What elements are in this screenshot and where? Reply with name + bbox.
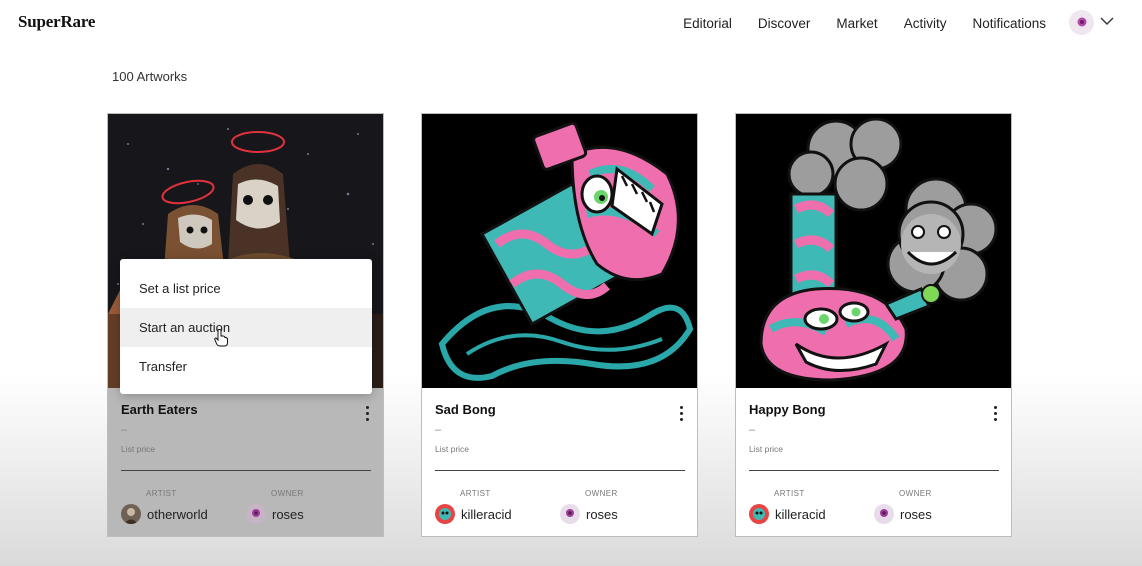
more-options-icon[interactable] <box>992 406 998 424</box>
owner-link[interactable]: roses <box>246 504 304 524</box>
card-title[interactable]: Sad Bong <box>435 402 496 417</box>
price-value: – <box>749 424 756 436</box>
owner-name: roses <box>272 506 304 522</box>
list-price-label: List price <box>121 444 156 454</box>
menu-transfer[interactable]: Transfer <box>120 347 372 386</box>
artist-avatar <box>121 504 141 524</box>
superrare-logo[interactable]: SuperRare <box>18 12 95 32</box>
menu-set-list-price[interactable]: Set a list price <box>120 269 372 308</box>
artist-avatar <box>435 504 455 524</box>
nav-notifications[interactable]: Notifications <box>972 16 1046 31</box>
artist-label: ARTIST <box>774 489 805 498</box>
artist-link[interactable]: otherworld <box>121 504 208 524</box>
divider <box>121 470 371 471</box>
nav-market[interactable]: Market <box>836 16 877 31</box>
owner-label: OWNER <box>585 489 618 498</box>
divider <box>749 470 999 471</box>
owner-name: roses <box>900 506 932 522</box>
sad-bong-art <box>422 114 697 388</box>
owner-label: OWNER <box>271 489 304 498</box>
artist-label: ARTIST <box>460 489 491 498</box>
card-title[interactable]: Happy Bong <box>749 402 826 417</box>
nav-discover[interactable]: Discover <box>758 16 811 31</box>
list-price-label: List price <box>749 444 784 454</box>
owner-avatar <box>874 504 894 524</box>
more-options-icon[interactable] <box>364 406 370 424</box>
artist-link[interactable]: killeracid <box>749 504 826 524</box>
artist-avatar <box>749 504 769 524</box>
divider <box>435 470 685 471</box>
artwork-card[interactable]: Sad Bong – List price ARTIST OWNER kille… <box>421 113 698 537</box>
artwork-image[interactable] <box>736 114 1011 388</box>
list-price-label: List price <box>435 444 470 454</box>
owner-avatar <box>246 504 266 524</box>
artist-name: killeracid <box>461 506 512 522</box>
card-context-menu: Set a list price Start an auction Transf… <box>120 259 372 394</box>
owner-label: OWNER <box>899 489 932 498</box>
owner-name: roses <box>586 506 618 522</box>
menu-start-auction[interactable]: Start an auction <box>120 308 372 347</box>
nav-activity[interactable]: Activity <box>904 16 947 31</box>
price-value: – <box>121 424 128 436</box>
owner-link[interactable]: roses <box>874 504 932 524</box>
happy-bong-art <box>736 114 1011 388</box>
more-options-icon[interactable] <box>678 406 684 424</box>
artist-name: otherworld <box>147 506 208 522</box>
card-title[interactable]: Earth Eaters <box>121 402 198 417</box>
nav-editorial[interactable]: Editorial <box>683 16 732 31</box>
hand-pointer-icon <box>214 329 228 347</box>
artist-link[interactable]: killeracid <box>435 504 512 524</box>
artwork-card[interactable]: Happy Bong – List price ARTIST OWNER kil… <box>735 113 1012 537</box>
user-avatar-image <box>1077 17 1086 26</box>
user-avatar[interactable] <box>1069 10 1094 35</box>
artwork-count: 100 Artworks <box>112 69 188 84</box>
artist-label: ARTIST <box>146 489 177 498</box>
main-nav: Editorial Discover Market Activity Notif… <box>657 16 1046 31</box>
chevron-down-icon[interactable] <box>1099 14 1115 28</box>
artwork-image[interactable] <box>422 114 697 388</box>
price-value: – <box>435 424 442 436</box>
owner-link[interactable]: roses <box>560 504 618 524</box>
owner-avatar <box>560 504 580 524</box>
artist-name: killeracid <box>775 506 826 522</box>
